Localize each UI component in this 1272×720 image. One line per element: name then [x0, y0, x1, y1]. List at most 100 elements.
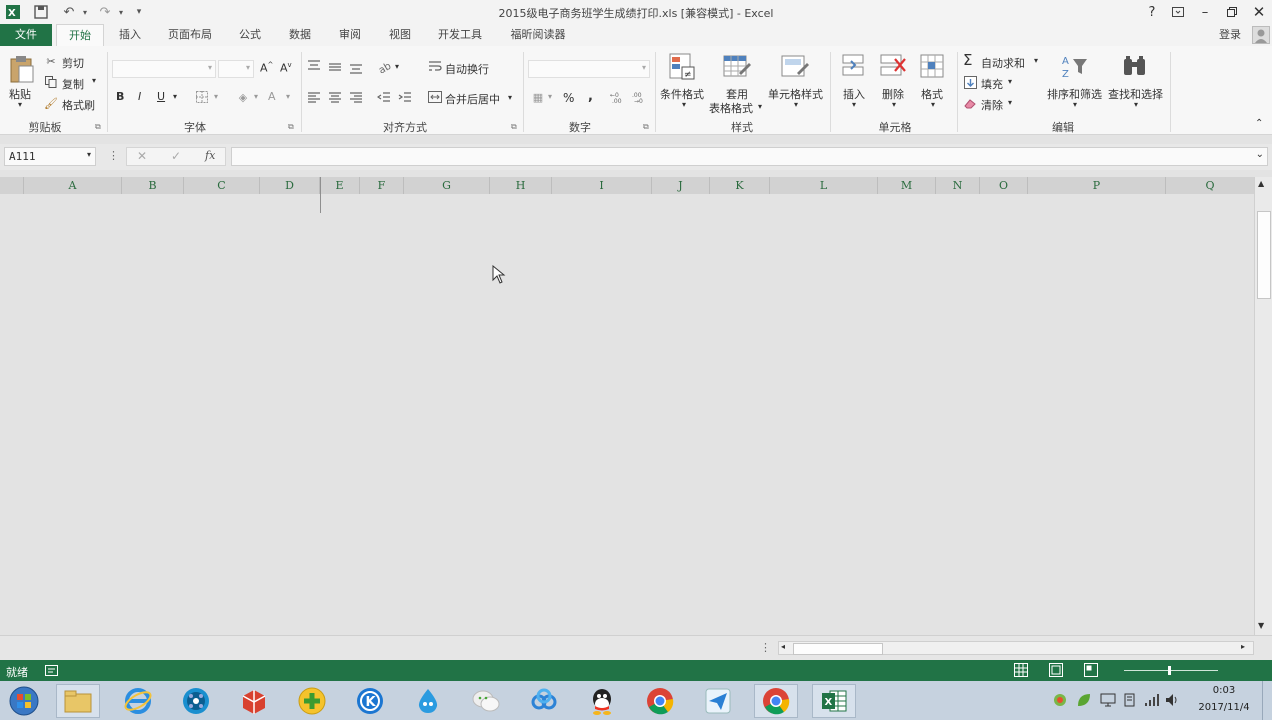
tab-page-layout[interactable]: 页面布局 [160, 24, 220, 46]
border-dropdown-icon[interactable]: ▾ [214, 92, 218, 101]
align-bottom-icon[interactable] [348, 62, 364, 76]
tab-review[interactable]: 审阅 [330, 24, 370, 46]
italic-button[interactable]: I [138, 90, 141, 103]
insert-function-button[interactable]: fx [205, 149, 215, 162]
font-color-icon[interactable]: A [268, 90, 276, 103]
kugou-music-icon[interactable]: K [348, 684, 392, 718]
app-box-icon[interactable] [232, 684, 276, 718]
tab-home[interactable]: 开始 [56, 24, 104, 47]
tab-insert[interactable]: 插入 [110, 24, 150, 46]
increase-indent-icon[interactable] [397, 90, 413, 104]
decrease-font-icon[interactable]: Av [280, 61, 292, 75]
column-header-d[interactable]: D [260, 177, 320, 194]
paper-plane-app-icon[interactable] [696, 684, 740, 718]
column-header-b[interactable]: B [122, 177, 184, 194]
enter-icon[interactable]: ✓ [171, 149, 181, 163]
column-header-k[interactable]: K [710, 177, 770, 194]
water-drop-app-icon[interactable] [406, 684, 450, 718]
merge-center-button[interactable]: 合并后居中 [445, 91, 500, 107]
tray-flag-icon[interactable] [1122, 692, 1138, 711]
copy-button[interactable]: 复制 [62, 76, 84, 92]
column-header-n[interactable]: N [936, 177, 980, 194]
clipboard-launcher-icon[interactable]: ⧉ [95, 122, 101, 132]
vertical-scrollbar[interactable]: ▲ ▼ [1254, 177, 1272, 635]
format-dropdown-icon[interactable]: ▾ [931, 100, 935, 109]
number-launcher-icon[interactable]: ⧉ [643, 122, 649, 132]
increase-decimal-icon[interactable]: ←0.00 [610, 89, 626, 105]
formula-input[interactable]: ⌄ [231, 147, 1268, 166]
horizontal-scrollbar[interactable]: ◂ ▸ [778, 641, 1254, 655]
font-launcher-icon[interactable]: ⧉ [288, 122, 294, 132]
internet-explorer-icon[interactable] [116, 684, 160, 718]
column-header-l[interactable]: L [770, 177, 878, 194]
file-explorer-icon[interactable] [56, 684, 100, 718]
scroll-down-icon[interactable]: ▼ [1258, 621, 1264, 630]
copy-dropdown-icon[interactable]: ▾ [92, 76, 96, 85]
excel-taskbar-icon[interactable]: X [812, 684, 856, 718]
column-header-e[interactable]: E [320, 177, 360, 194]
accounting-dropdown-icon[interactable]: ▾ [548, 92, 552, 101]
format-as-table-line2[interactable]: 表格格式 [709, 100, 753, 116]
tray-volume-icon[interactable] [1164, 692, 1180, 711]
underline-dropdown-icon[interactable]: ▾ [173, 92, 177, 101]
cell-styles-dropdown-icon[interactable]: ▾ [794, 100, 798, 109]
column-header-i[interactable]: I [552, 177, 652, 194]
wechat-icon[interactable] [464, 684, 508, 718]
splitter-grip-icon[interactable]: ⋮ [760, 641, 771, 654]
minimize-button[interactable]: – [1194, 2, 1216, 22]
column-header-h[interactable]: H [490, 177, 552, 194]
column-header-g[interactable]: G [404, 177, 490, 194]
chrome-active-icon[interactable] [754, 684, 798, 718]
column-header-o[interactable]: O [980, 177, 1028, 194]
fill-color-icon[interactable]: ◈ [236, 90, 250, 104]
underline-button[interactable]: U [157, 90, 165, 103]
clear-dropdown-icon[interactable]: ▾ [1008, 98, 1012, 107]
align-top-icon[interactable] [306, 58, 322, 72]
find-select-dropdown-icon[interactable]: ▾ [1134, 100, 1138, 109]
format-painter-button[interactable]: 格式刷 [62, 97, 95, 113]
column-header-c[interactable]: C [184, 177, 260, 194]
orientation-icon[interactable]: ab [376, 58, 394, 74]
macro-record-icon[interactable] [45, 664, 58, 679]
zoom-slider-thumb[interactable] [1168, 666, 1171, 675]
autosum-dropdown-icon[interactable]: ▾ [1034, 56, 1038, 65]
align-left-icon[interactable] [306, 90, 322, 104]
column-header-p[interactable]: P [1028, 177, 1166, 194]
border-icon[interactable] [195, 90, 209, 104]
clock-time[interactable]: 0:03 [1200, 685, 1248, 696]
insert-dropdown-icon[interactable]: ▾ [852, 100, 856, 109]
sort-filter-dropdown-icon[interactable]: ▾ [1073, 100, 1077, 109]
name-box[interactable]: A111 ▾ [4, 147, 96, 166]
paste-icon[interactable] [8, 54, 36, 84]
merge-dropdown-icon[interactable]: ▾ [508, 93, 512, 102]
fill-dropdown-icon[interactable]: ▾ [1008, 77, 1012, 86]
column-header-f[interactable]: F [360, 177, 404, 194]
clock-date[interactable]: 2017/11/4 [1194, 702, 1254, 713]
page-break-view-icon[interactable] [1084, 663, 1098, 680]
select-all-corner[interactable] [0, 177, 24, 194]
bold-button[interactable]: B [116, 90, 124, 103]
close-button[interactable]: ✕ [1248, 2, 1270, 22]
media-player-icon[interactable] [174, 684, 218, 718]
avatar[interactable] [1252, 26, 1270, 44]
font-name-combo[interactable]: ▾ [112, 60, 216, 78]
qq-icon[interactable] [580, 684, 624, 718]
number-format-combo[interactable]: ▾ [528, 60, 650, 78]
wrap-text-button[interactable]: 自动换行 [445, 61, 489, 77]
font-color-dropdown-icon[interactable]: ▾ [286, 92, 290, 101]
tray-leaf-icon[interactable] [1076, 692, 1092, 711]
login-link[interactable]: 登录 [1212, 24, 1248, 46]
start-button[interactable] [2, 684, 46, 718]
tray-network-icon[interactable] [1144, 692, 1160, 711]
normal-view-icon[interactable] [1014, 663, 1028, 680]
tray-monitor-icon[interactable] [1100, 692, 1116, 711]
expand-formula-icon[interactable]: ⌄ [1256, 149, 1264, 160]
ribbon-display-icon[interactable] [1167, 2, 1189, 22]
vertical-scroll-thumb[interactable] [1257, 211, 1271, 299]
show-desktop-button[interactable] [1262, 681, 1272, 720]
align-right-icon[interactable] [348, 90, 364, 104]
horizontal-scroll-thumb[interactable] [793, 643, 883, 655]
name-box-dropdown-icon[interactable]: ▾ [87, 150, 91, 159]
clear-button[interactable]: 清除 [981, 97, 1003, 113]
chrome-icon[interactable] [638, 684, 682, 718]
